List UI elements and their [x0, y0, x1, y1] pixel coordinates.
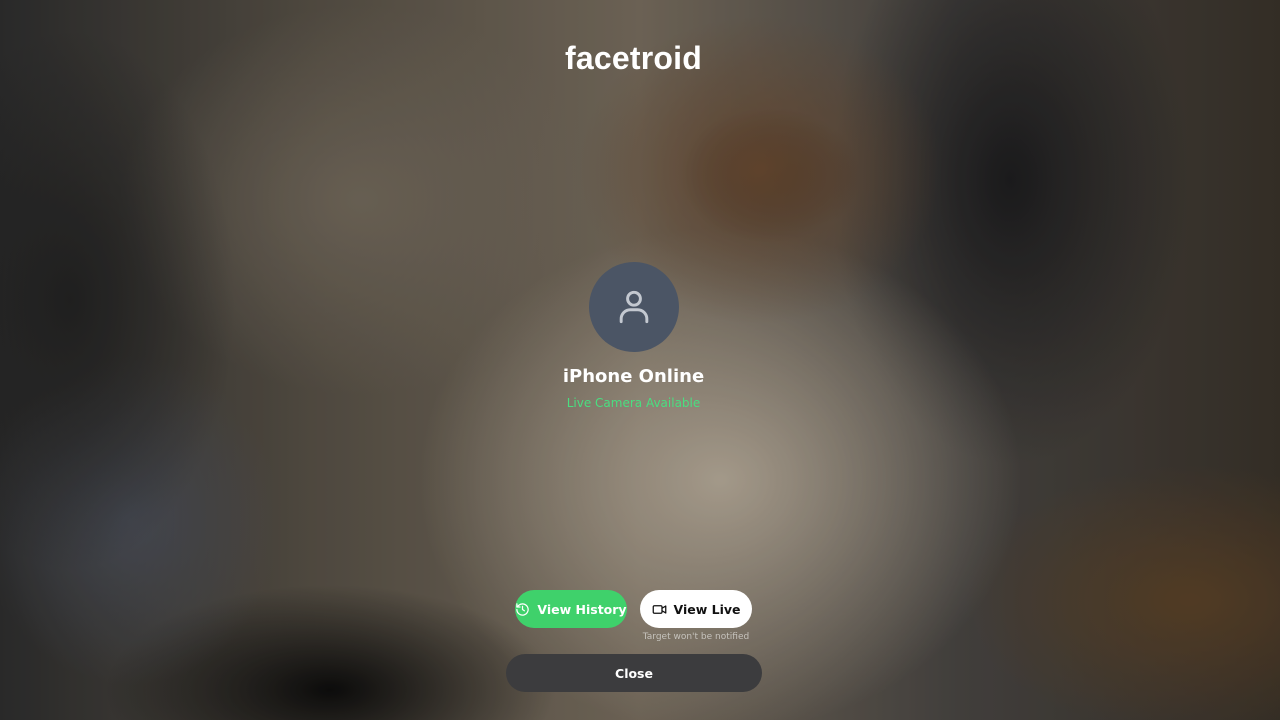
close-button[interactable]: Close [506, 654, 762, 692]
app-logo: facetroid [565, 40, 702, 76]
view-history-button[interactable]: View History [515, 590, 627, 628]
view-history-label: View History [537, 601, 627, 617]
device-avatar [589, 262, 679, 352]
video-camera-icon [652, 604, 666, 614]
view-live-button[interactable]: View Live [640, 590, 752, 628]
view-live-label: View Live [673, 601, 741, 617]
device-status: Live Camera Available [566, 396, 701, 410]
history-icon [516, 602, 530, 616]
user-icon [619, 290, 649, 324]
device-name: iPhone Online [562, 366, 705, 387]
notification-note: Target won't be notified [642, 632, 750, 642]
